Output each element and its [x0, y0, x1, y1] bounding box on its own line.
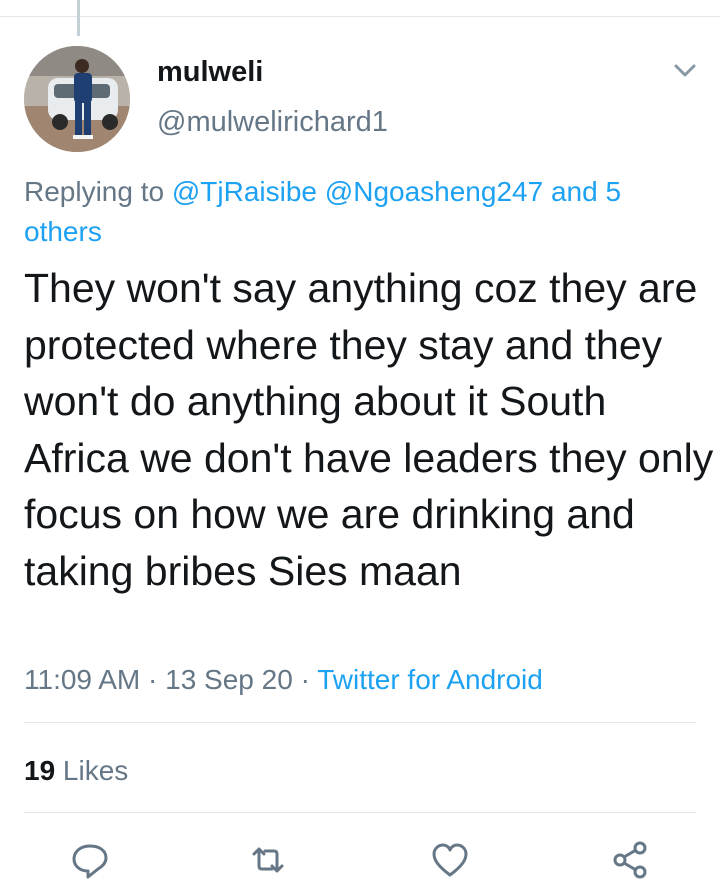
chevron-down-icon[interactable]: [670, 58, 700, 82]
likes-count: 19: [24, 755, 56, 786]
heart-icon[interactable]: [430, 840, 470, 880]
divider: [24, 812, 696, 813]
reply-icon[interactable]: [70, 840, 110, 880]
retweet-icon[interactable]: [248, 840, 288, 880]
tweet-date: 13 Sep 20: [165, 664, 293, 695]
tweet-meta: 11:09 AM · 13 Sep 20 · Twitter for Andro…: [24, 660, 543, 700]
avatar[interactable]: [24, 46, 130, 152]
replying-user-link[interactable]: @Ngoasheng247: [325, 176, 543, 207]
meta-separator: ·: [292, 664, 318, 695]
thread-connector-line: [77, 0, 80, 36]
replying-to-line: Replying to @TjRaisibe @Ngoasheng247 and…: [24, 172, 674, 252]
top-divider: [0, 0, 720, 17]
tweet-text: They won't say anything coz they are pro…: [24, 265, 714, 594]
display-name[interactable]: mulweli: [157, 56, 263, 89]
share-icon[interactable]: [610, 840, 650, 880]
tweet-source-link[interactable]: Twitter for Android: [317, 664, 543, 695]
replying-and[interactable]: and: [543, 176, 605, 207]
replying-prefix: Replying to: [24, 176, 172, 207]
likes-stat[interactable]: 19 Likes: [24, 751, 128, 791]
divider: [24, 722, 696, 723]
user-handle[interactable]: @mulwelirichard1: [157, 106, 388, 139]
replying-user-link[interactable]: @TjRaisibe: [172, 176, 317, 207]
meta-separator: ·: [140, 664, 166, 695]
tweet-time: 11:09 AM: [24, 664, 141, 695]
likes-label: Likes: [55, 755, 129, 786]
